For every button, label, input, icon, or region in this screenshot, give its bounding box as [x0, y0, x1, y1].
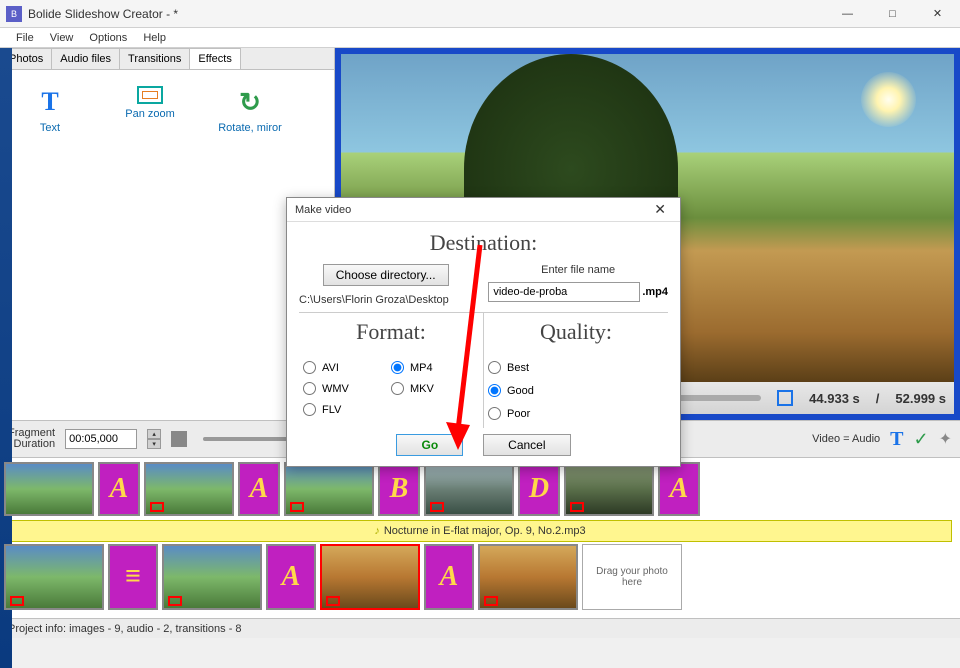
clip-transition-6[interactable]: ≡ [108, 544, 158, 610]
clip-transition-4[interactable]: D [518, 462, 560, 516]
drop-placeholder[interactable]: Drag your photo here [582, 544, 682, 610]
rotate-icon: ↻ [210, 86, 290, 118]
go-button[interactable]: Go [396, 434, 463, 456]
menu-options[interactable]: Options [81, 32, 135, 44]
effect-text[interactable]: T Text [10, 86, 90, 134]
fullscreen-button[interactable] [777, 390, 793, 406]
destination-heading: Destination: [299, 230, 668, 256]
title-bar: B Bolide Slideshow Creator - * — □ ✕ [0, 0, 960, 28]
clip-transition-5[interactable]: A [658, 462, 700, 516]
clip-transition-8[interactable]: A [424, 544, 474, 610]
duration-down-button[interactable]: ▾ [147, 439, 161, 449]
effect-rotate-mirror[interactable]: ↻ Rotate, miror [210, 86, 290, 134]
maximize-button[interactable]: □ [870, 0, 915, 28]
format-heading: Format: [299, 319, 483, 345]
video-audio-label: Video = Audio [812, 433, 880, 445]
menu-view[interactable]: View [42, 32, 82, 44]
quality-heading: Quality: [484, 319, 668, 345]
clip-photo-6[interactable] [4, 544, 104, 610]
tab-effects[interactable]: Effects [189, 48, 240, 69]
status-bar: Project info: images - 9, audio - 2, tra… [0, 618, 960, 638]
make-video-dialog: Make video ✕ Destination: Choose directo… [286, 197, 681, 467]
effects-icon[interactable]: ✦ [939, 429, 952, 449]
duration-input[interactable] [65, 429, 137, 449]
filename-input[interactable] [488, 282, 640, 302]
zoom-slider[interactable] [203, 437, 293, 441]
clip-photo-2[interactable] [144, 462, 234, 516]
apply-icon[interactable]: ✓ [914, 429, 929, 450]
effect-pan-zoom[interactable]: Pan zoom [110, 86, 190, 120]
project-info: Project info: images - 9, audio - 2, tra… [8, 623, 242, 635]
format-flv[interactable]: FLV [303, 403, 391, 416]
minimize-button[interactable]: — [825, 0, 870, 28]
time-separator: / [876, 391, 880, 406]
audio-track[interactable]: ♪ Nocturne in E-flat major, Op. 9, No.2.… [8, 520, 952, 542]
window-title: Bolide Slideshow Creator - * [28, 7, 178, 21]
clip-transition-2[interactable]: A [238, 462, 280, 516]
preview-thumb-button[interactable] [171, 431, 187, 447]
format-mp4[interactable]: MP4 [391, 361, 479, 374]
filename-label: Enter file name [488, 264, 668, 276]
choose-directory-button[interactable]: Choose directory... [323, 264, 449, 286]
clip-transition-7[interactable]: A [266, 544, 316, 610]
clip-photo-5[interactable] [564, 462, 654, 516]
dialog-close-button[interactable]: ✕ [648, 201, 672, 218]
quality-poor[interactable]: Poor [488, 407, 664, 420]
duration-label: Duration [8, 439, 55, 450]
dialog-title: Make video [295, 204, 351, 216]
audio-filename: Nocturne in E-flat major, Op. 9, No.2.mp… [384, 525, 586, 537]
text-icon: T [10, 86, 90, 118]
clip-photo-7[interactable] [162, 544, 262, 610]
clip-photo-1[interactable] [4, 462, 94, 516]
format-wmv[interactable]: WMV [303, 382, 391, 395]
current-time: 44.933 s [809, 391, 860, 406]
app-icon: B [6, 6, 22, 22]
duration-up-button[interactable]: ▴ [147, 429, 161, 439]
quality-best[interactable]: Best [488, 361, 664, 374]
text-tool-icon[interactable]: T [890, 428, 903, 451]
clip-photo-3[interactable] [284, 462, 374, 516]
quality-good[interactable]: Good [488, 384, 664, 397]
timeline: A A B D A ♪ Nocturne in E-flat major, Op… [0, 458, 960, 618]
directory-path: C:\Users\Florin Groza\Desktop [299, 294, 472, 306]
format-avi[interactable]: AVI [303, 361, 391, 374]
clip-photo-8-selected[interactable] [320, 544, 420, 610]
menu-file[interactable]: File [8, 32, 42, 44]
menu-bar: File View Options Help [0, 28, 960, 48]
menu-help[interactable]: Help [135, 32, 174, 44]
format-mkv[interactable]: MKV [391, 382, 479, 395]
clip-transition-1[interactable]: A [98, 462, 140, 516]
pan-zoom-icon [137, 86, 163, 104]
extension-label: .mp4 [642, 286, 668, 298]
clip-transition-3[interactable]: B [378, 462, 420, 516]
total-time: 52.999 s [895, 391, 946, 406]
cancel-button[interactable]: Cancel [483, 434, 570, 456]
tab-transitions[interactable]: Transitions [119, 48, 190, 69]
tab-audio-files[interactable]: Audio files [51, 48, 120, 69]
music-note-icon: ♪ [374, 525, 380, 537]
clip-photo-4[interactable] [424, 462, 514, 516]
close-button[interactable]: ✕ [915, 0, 960, 28]
clip-photo-9[interactable] [478, 544, 578, 610]
left-panel: Photos Audio files Transitions Effects T… [0, 48, 335, 420]
